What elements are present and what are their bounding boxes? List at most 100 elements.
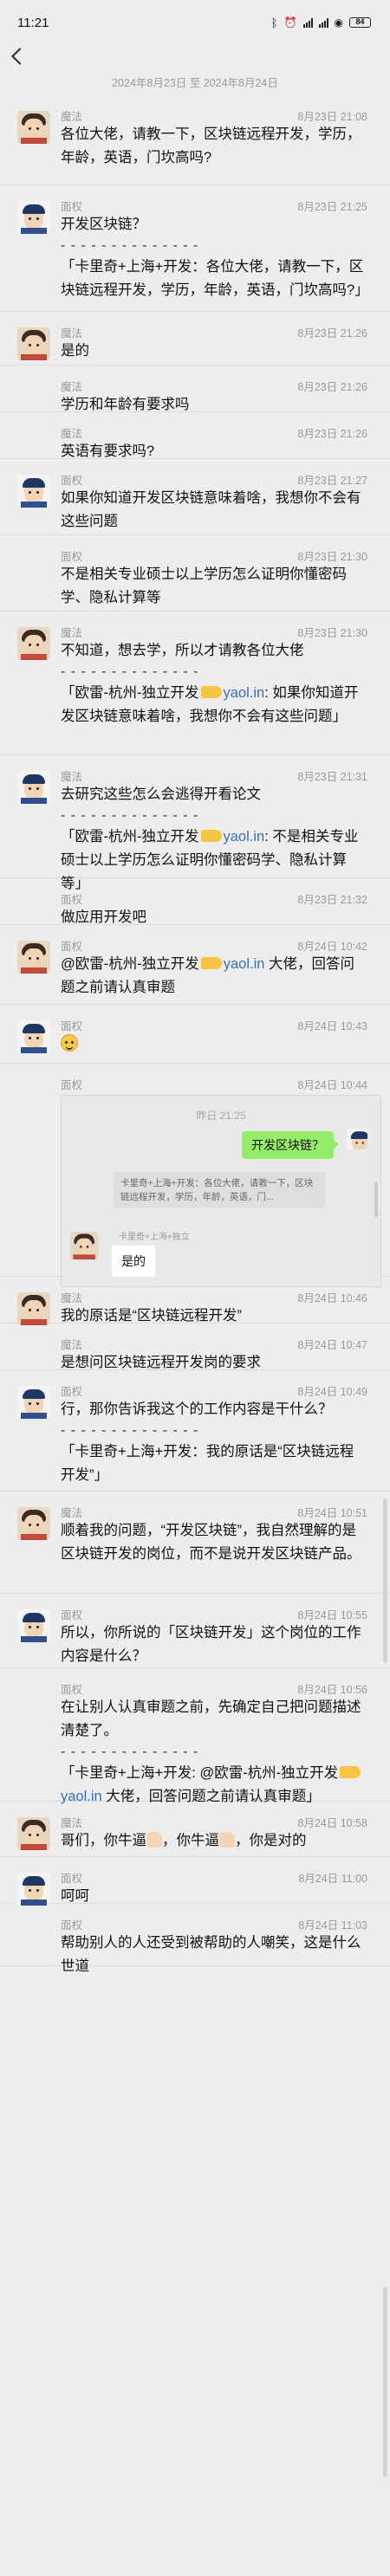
message-item[interactable]: 面权 8月23日 21:32 做应用开发吧 (0, 878, 390, 925)
avatar[interactable] (17, 1386, 50, 1419)
quote-link[interactable]: yaol.in (224, 829, 265, 845)
message-meta: 魔法 8月24日 10:51 (61, 1504, 367, 1519)
message-item[interactable]: 魔法 8月23日 21:26 学历和年龄有要求吗 (0, 366, 390, 412)
back-icon[interactable] (11, 48, 29, 65)
message-body: 顺着我的问题，“开发区块链”，我自然理解的是区块链开发的岗位，而不是说开发区块链… (61, 1519, 367, 1566)
alarm-icon: ⏰ (283, 16, 297, 29)
message-body: 帮助别人的人还受到被帮助的人嘲笑，这是什么世道 (61, 1932, 367, 1978)
message-item[interactable]: 魔法 8月24日 10:47 是想问区块链远程开发岗的要求 (0, 1324, 390, 1370)
sender-name: 面权 (61, 1683, 83, 1696)
message-item[interactable]: 魔法 8月23日 21:31 去研究这些怎么会逃得开看论文 - - - - - - -… (0, 755, 390, 891)
message-item[interactable]: 面权 8月23日 21:27 如果你知道开发区块链意味着啥，我想你不会有这些问题 (0, 459, 390, 535)
embed-avatar-right[interactable] (347, 1129, 367, 1149)
battery-icon: 84 (349, 17, 371, 28)
scrollbar-lower[interactable] (383, 2287, 387, 2477)
message-time: 8月23日 21:32 (297, 893, 367, 906)
message-text: 帮助别人的人还受到被帮助的人嘲笑，这是什么世道 (61, 1935, 361, 1974)
sender-name: 面权 (61, 474, 83, 487)
message-time: 8月24日 11:03 (298, 1919, 367, 1932)
pointing-hand-icon (200, 957, 222, 969)
message-body: 各位大佬，请教一下，区块链远程开发，学历，年龄，英语，门坎高吗? (61, 123, 367, 170)
message-meta: 魔法 8月24日 10:58 (61, 1814, 367, 1829)
quote-separator: - - - - - - - - - - - - - - (61, 1744, 199, 1759)
sender-name: 面权 (61, 1385, 83, 1398)
quote-text: 「欧雷-杭州-独立开发 (61, 829, 199, 845)
avatar[interactable] (17, 201, 50, 234)
avatar[interactable] (17, 111, 50, 144)
nav-bar (0, 45, 390, 74)
message-meta: 面权 8月24日 10:55 (61, 1606, 367, 1621)
sender-name: 魔法 (61, 1816, 83, 1829)
message-text: 开发区块链？ (61, 217, 146, 232)
message-text: 在让别人认真审题之前，先确定自己把问题描述清楚了。 (61, 1699, 361, 1738)
message-time: 8月24日 10:46 (297, 1291, 367, 1304)
message-meta: 面权 8月24日 10:42 (61, 937, 367, 953)
message-item[interactable]: 面权 8月24日 10:55 所以，你所说的「区块链开发」这个岗位的工作内容是什么？ (0, 1594, 390, 1668)
avatar[interactable] (17, 1817, 50, 1850)
avatar[interactable] (17, 941, 50, 974)
sender-name: 魔法 (61, 110, 83, 123)
avatar[interactable] (17, 1873, 50, 1906)
message-item[interactable]: 面权 8月24日 10:56 在让别人认真审题之前，先确定自己把问题描述清楚了。 - … (0, 1668, 390, 1804)
message-time: 8月24日 11:00 (298, 1872, 367, 1885)
avatar[interactable] (17, 1609, 50, 1642)
avatar[interactable] (17, 1507, 50, 1540)
message-item[interactable]: 面权 8月24日 11:03 帮助别人的人还受到被帮助的人嘲笑，这是什么世道 (0, 1904, 390, 1974)
quoted-message[interactable]: 「卡里奇+上海+开发：各位大佬，请教一下，区块链远程开发，学历，年龄，英语，门坎… (61, 256, 369, 302)
embedded-screenshot[interactable]: 昨日 21:25 开发区块链？ 卡里奇+上海+开发：各位大佬，请教一下，区块链远程开… (61, 1095, 381, 1287)
avatar[interactable] (17, 327, 50, 360)
message-item[interactable]: 面权 8月24日 10:42 @欧雷-杭州-独立开发 yaol.in 大佬，回答问题之… (0, 925, 390, 1005)
quote-separator: - - - - - - - - - - - - - - (61, 1423, 199, 1438)
avatar[interactable] (17, 1292, 50, 1325)
message-text: 行，那你告诉我这个的工作内容是干什么？ (61, 1401, 333, 1417)
message-item[interactable]: 魔法 8月23日 21:26 是的 (0, 312, 390, 366)
message-item[interactable]: 魔法 8月24日 10:58 哥们，你牛逼 ，你牛逼 ，你是对的 (0, 1802, 390, 1857)
message-text: 去研究这些怎么会逃得开看论文 (61, 786, 261, 802)
mention-link[interactable]: yaol.in (224, 956, 265, 972)
message-body: 行，那你告诉我这个的工作内容是干什么？ - - - - - - - - - - -… (61, 1398, 367, 1487)
scrollbar[interactable] (383, 1498, 387, 1663)
message-item[interactable]: 面权 8月24日 10:49 行，那你告诉我这个的工作内容是干什么？ - - - - … (0, 1370, 390, 1492)
quote-separator: - - - - - - - - - - - - - - (61, 664, 199, 679)
message-item[interactable]: 面权 8月24日 11:00 呵呵 (0, 1857, 390, 1906)
signal-icon (302, 17, 313, 28)
quote-link[interactable]: yaol.in (224, 685, 265, 701)
avatar[interactable] (17, 771, 50, 804)
sender-name: 面权 (61, 1078, 83, 1091)
message-text: 顺着我的问题，“开发区块链”，我自然理解的是区块链开发的岗位，而不是说开发区块链… (61, 1523, 361, 1562)
message-item[interactable]: 魔法 8月23日 21:26 英语有要求吗? (0, 412, 390, 459)
mention-text: @欧雷-杭州-独立开发 (61, 956, 199, 972)
message-body (61, 1032, 367, 1056)
avatar[interactable] (17, 1020, 50, 1053)
pointing-hand-icon (200, 686, 222, 698)
message-item[interactable]: 面权 8月23日 21:30 不是相关专业硕士以上学历怎么证明你懂密码学、隐私计算等 (0, 535, 390, 612)
message-meta: 面权 8月24日 11:03 (61, 1916, 367, 1932)
message-meta: 面权 8月24日 10:49 (61, 1382, 367, 1398)
avatar[interactable] (17, 475, 50, 508)
message-text: 不知道，想去学，所以才请教各位大佬 (61, 643, 304, 658)
message-time: 8月24日 10:47 (297, 1338, 367, 1351)
quoted-message[interactable]: 「欧雷-杭州-独立开发 yaol.in: 如果你知道开发区块链意味着啥，我想你不会… (61, 682, 367, 728)
quote-separator: - - - - - - - - - - - - - - (61, 808, 199, 823)
message-time: 8月23日 21:08 (297, 110, 367, 123)
message-time: 8月23日 21:26 (297, 427, 367, 440)
sender-name: 魔法 (61, 380, 83, 393)
message-item[interactable]: 魔法 8月23日 21:08 各位大佬，请教一下，区块链远程开发，学历，年龄，英语，… (0, 95, 390, 185)
message-item[interactable]: 魔法 8月24日 10:46 我的原话是“区块链远程开发” (0, 1277, 390, 1325)
embed-bubble-left: 是的 (112, 1246, 155, 1277)
embed-avatar-left[interactable] (70, 1232, 99, 1260)
embed-sender: 卡里奇+上海+独立 (119, 1233, 190, 1242)
status-bar: 11:21 ᛒ ⏰ ◉ 84 (0, 0, 390, 45)
sender-name: 面权 (61, 1919, 83, 1932)
message-time: 8月24日 10:55 (297, 1608, 367, 1621)
avatar[interactable] (17, 627, 50, 660)
message-item[interactable]: 面权 8月24日 10:44 昨日 21:25 开发区块链？ 卡里奇+上海+开发：各位大… (0, 1064, 390, 1287)
message-item[interactable]: 面权 8月23日 21:25 开发区块链？ - - - - - - - - - - -… (0, 185, 390, 312)
sender-name: 面权 (61, 940, 83, 953)
message-item[interactable]: 面权 8月24日 10:43 (0, 1005, 390, 1064)
message-text: 哥们，你牛逼 (61, 1833, 146, 1848)
message-item[interactable]: 魔法 8月23日 21:30 不知道，想去学，所以才请教各位大佬 - - - - - … (0, 612, 390, 755)
chat-history[interactable]: 魔法 8月23日 21:08 各位大佬，请教一下，区块链远程开发，学历，年龄，英语，… (0, 95, 390, 1974)
quoted-message[interactable]: 「卡里奇+上海+开发：我的原话是“区块链远程开发”」 (61, 1440, 367, 1487)
message-item[interactable]: 魔法 8月24日 10:51 顺着我的问题，“开发区块链”，我自然理解的是区块链开发… (0, 1492, 390, 1594)
